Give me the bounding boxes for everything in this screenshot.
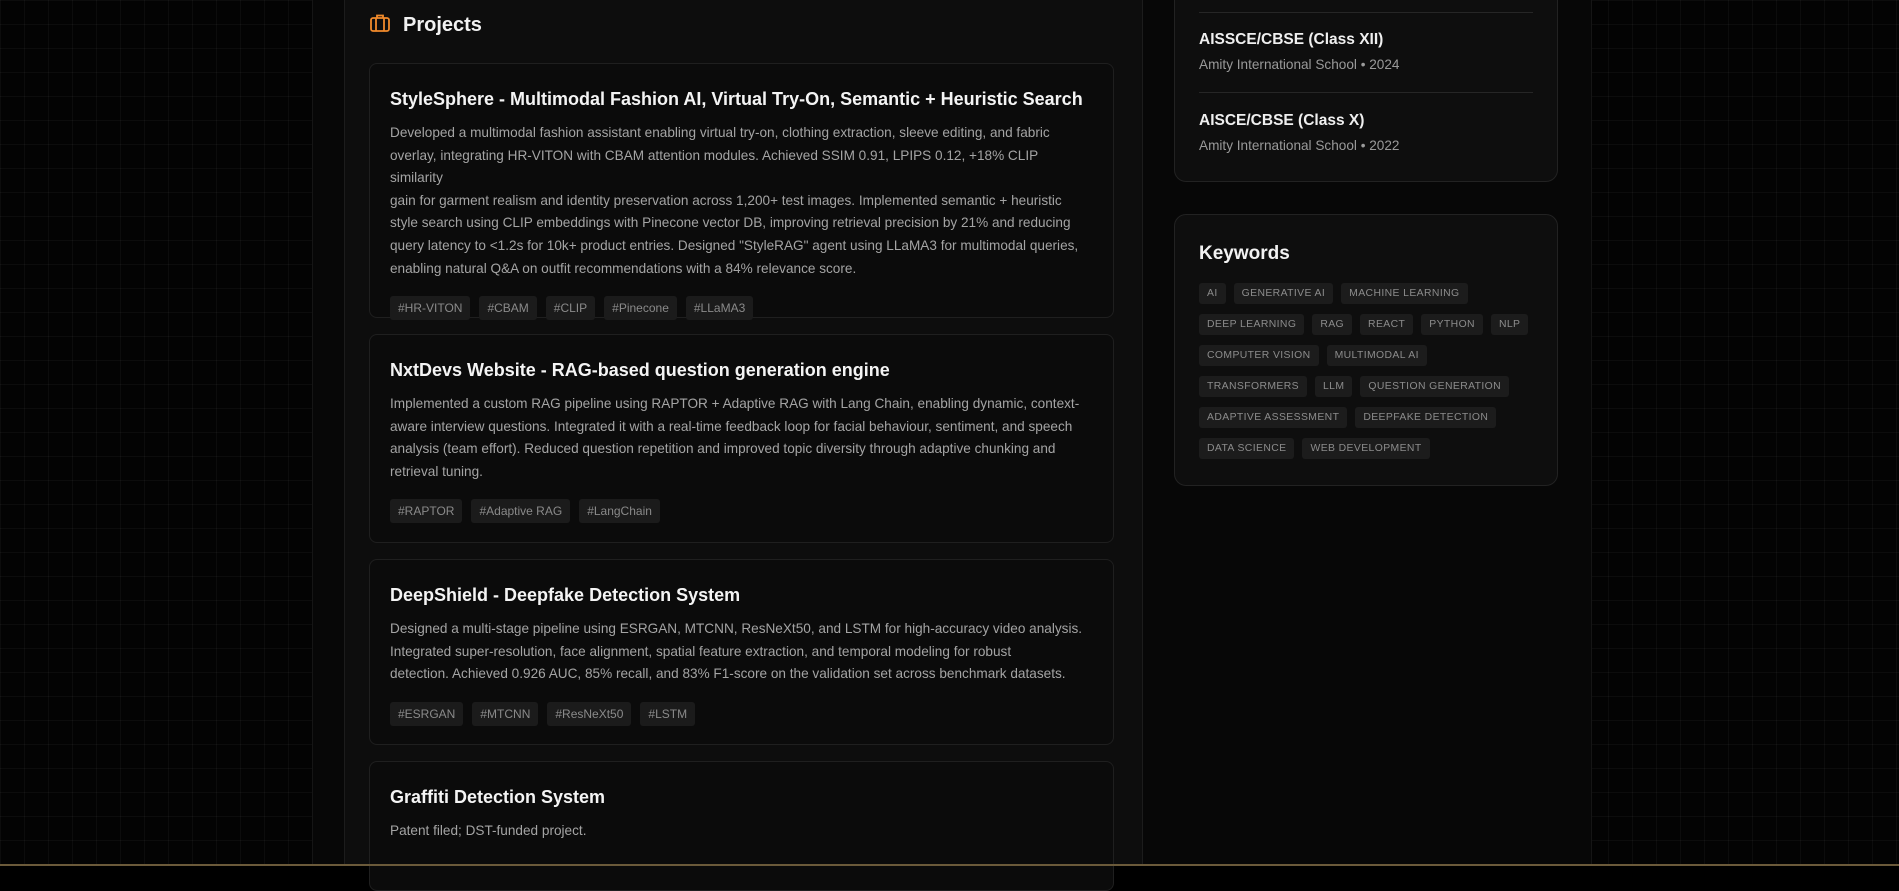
keyword-chip: NLP [1491,314,1528,335]
project-description: Designed a multi-stage pipeline using ES… [390,618,1093,686]
keyword-chip: DEEPFAKE DETECTION [1355,407,1496,428]
tag: #Adaptive RAG [471,499,570,523]
projects-header: Projects [369,12,482,39]
keyword-chip: DATA SCIENCE [1199,438,1294,459]
description-line: enabling natural Q&A on outfit recommend… [390,258,1093,281]
education-card: AISSCE/CBSE (Class XII) Amity Internatio… [1174,0,1558,182]
project-card: NxtDevs Website - RAG-based question gen… [369,334,1114,543]
description-line: query latency to <1.2s for 10k+ product … [390,235,1093,258]
keyword-chip: COMPUTER VISION [1199,345,1319,366]
project-card: Graffiti Detection System Patent filed; … [369,761,1114,891]
description-line: Developed a multimodal fashion assistant… [390,122,1093,145]
description-line: analysis (team effort). Reduced question… [390,438,1093,461]
keywords-title: Keywords [1199,243,1533,265]
tag: #LSTM [640,702,695,726]
education-title: AISCE/CBSE (Class X) [1199,112,1399,130]
briefcase-icon [369,12,391,39]
description-line: Designed a multi-stage pipeline using ES… [390,618,1093,641]
keyword-chip: MACHINE LEARNING [1341,283,1467,304]
keyword-chip: REACT [1360,314,1413,335]
divider [1199,92,1533,93]
keywords-card: Keywords AI GENERATIVE AI MACHINE LEARNI… [1174,214,1558,486]
keyword-chip: GENERATIVE AI [1234,283,1334,304]
tag: #LLaMA3 [686,296,753,320]
description-line: aware interview questions. Integrated it… [390,416,1093,439]
tag-list: #ESRGAN #MTCNN #ResNeXt50 #LSTM [390,702,1093,726]
tag-list: #RAPTOR #Adaptive RAG #LangChain [390,499,1093,523]
tag: #ResNeXt50 [547,702,631,726]
keyword-chip: AI [1199,283,1226,304]
project-card: StyleSphere - Multimodal Fashion AI, Vir… [369,63,1114,318]
tag: #MTCNN [472,702,538,726]
education-subtitle: Amity International School • 2024 [1199,57,1399,72]
projects-title: Projects [403,14,482,37]
keyword-chip: QUESTION GENERATION [1360,376,1509,397]
description-line: style search using CLIP embeddings with … [390,212,1093,235]
keyword-chip: WEB DEVELOPMENT [1302,438,1429,459]
project-card: DeepShield - Deepfake Detection System D… [369,559,1114,745]
description-line: gain for garment realism and identity pr… [390,190,1093,213]
description-line: Implemented a custom RAG pipeline using … [390,393,1093,416]
tag-list: #HR-VITON #CBAM #CLIP #Pinecone #LLaMA3 [390,296,1093,320]
keyword-list: AI GENERATIVE AI MACHINE LEARNING DEEP L… [1199,283,1539,459]
description-line: retrieval tuning. [390,461,1093,484]
keyword-chip: ADAPTIVE ASSESSMENT [1199,407,1347,428]
keyword-chip: LLM [1315,376,1352,397]
keyword-chip: PYTHON [1421,314,1483,335]
education-item: AISCE/CBSE (Class X) Amity International… [1199,112,1399,153]
education-subtitle: Amity International School • 2022 [1199,138,1399,153]
description-line: detection. Achieved 0.926 AUC, 85% recal… [390,663,1093,686]
tag: #CLIP [546,296,595,320]
tag: #CBAM [479,296,536,320]
tag: #HR-VITON [390,296,470,320]
project-title: Graffiti Detection System [390,762,1093,808]
tag: #Pinecone [604,296,677,320]
description-line: overlay, integrating HR-VITON with CBAM … [390,145,1093,190]
tag: #LangChain [579,499,660,523]
project-title: NxtDevs Website - RAG-based question gen… [390,335,1093,381]
project-title: DeepShield - Deepfake Detection System [390,560,1093,606]
divider [1199,12,1533,13]
education-item: AISSCE/CBSE (Class XII) Amity Internatio… [1199,31,1399,72]
project-description: Developed a multimodal fashion assistant… [390,122,1093,280]
keyword-chip: DEEP LEARNING [1199,314,1304,335]
keyword-chip: MULTIMODAL AI [1327,345,1427,366]
description-line: Patent filed; DST-funded project. [390,820,1093,843]
keyword-chip: TRANSFORMERS [1199,376,1307,397]
project-description: Implemented a custom RAG pipeline using … [390,393,1093,483]
project-title: StyleSphere - Multimodal Fashion AI, Vir… [390,64,1093,110]
description-line: Integrated super-resolution, face alignm… [390,641,1093,664]
project-description: Patent filed; DST-funded project. [390,820,1093,843]
tag: #RAPTOR [390,499,462,523]
tag: #ESRGAN [390,702,463,726]
projects-section: Projects StyleSphere - Multimodal Fashio… [344,0,1143,866]
keyword-chip: RAG [1312,314,1352,335]
education-title: AISSCE/CBSE (Class XII) [1199,31,1399,49]
